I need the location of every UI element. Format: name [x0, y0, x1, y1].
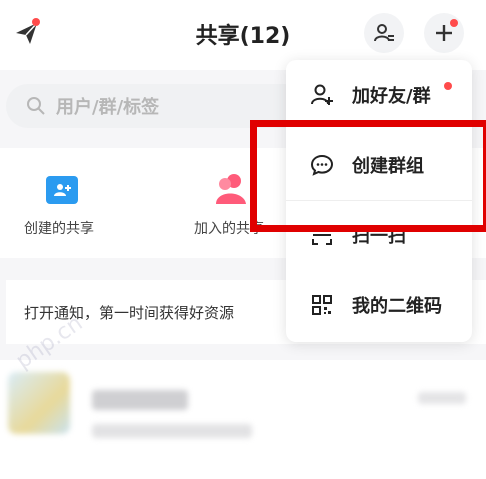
- add-person-icon: [310, 83, 334, 107]
- notification-dot: [450, 19, 458, 27]
- search-icon: [27, 97, 45, 115]
- contacts-button[interactable]: [364, 13, 404, 53]
- list-item-title: [92, 390, 188, 410]
- person-list-icon: [374, 24, 394, 42]
- menu-item-label: 加好友/群: [352, 86, 431, 107]
- search-placeholder: 用户/群/标签: [56, 97, 160, 118]
- share-list: [0, 360, 486, 479]
- add-button[interactable]: [424, 13, 464, 53]
- list-item-thumbnail[interactable]: [8, 372, 70, 434]
- list-item-meta: [418, 392, 466, 404]
- created-share-label[interactable]: 创建的共享: [24, 218, 94, 238]
- notification-dot: [444, 82, 452, 90]
- list-item-subtitle: [92, 424, 252, 438]
- menu-item-my-qrcode[interactable]: 我的二维码: [286, 270, 472, 340]
- page-title: 共享(12): [195, 24, 291, 49]
- created-share-icon[interactable]: [46, 176, 78, 204]
- notification-text: 打开通知，第一时间获得好资源: [24, 303, 235, 322]
- menu-item-label: 我的二维码: [352, 296, 442, 317]
- joined-share-icon[interactable]: [214, 172, 248, 204]
- highlight-box: [250, 120, 486, 232]
- qr-code-icon: [310, 293, 334, 317]
